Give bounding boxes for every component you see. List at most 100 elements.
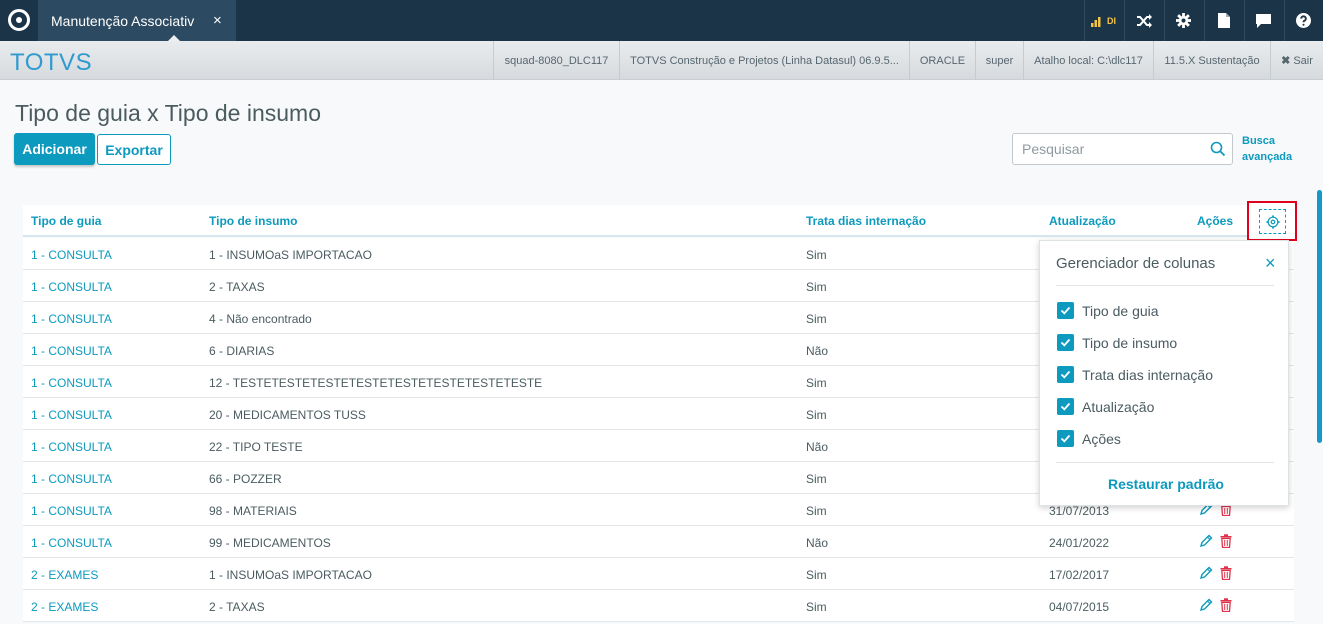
column-checkbox-label: Ações bbox=[1082, 431, 1121, 447]
header-tipo-de-guia[interactable]: Tipo de guia bbox=[31, 214, 101, 228]
cell-trata-dias: Sim bbox=[806, 312, 827, 326]
cell-tipo-de-insumo: 99 - MEDICAMENTOS bbox=[209, 536, 331, 550]
scrollbar[interactable] bbox=[1317, 190, 1322, 443]
tab-close-icon[interactable]: × bbox=[213, 12, 222, 29]
column-checkbox-label: Atualização bbox=[1082, 399, 1155, 415]
table-row: 1 - CONSULTA 99 - MEDICAMENTOS Não 24/01/20… bbox=[23, 526, 1294, 558]
checkbox-checked[interactable] bbox=[1057, 302, 1074, 319]
cell-tipo-de-insumo: 98 - MATERIAIS bbox=[209, 504, 297, 518]
edit-icon[interactable] bbox=[1199, 566, 1213, 580]
info-bar: TOTVS squad-8080_DLC117 TOTVS Construção… bbox=[0, 41, 1323, 80]
page-title: Tipo de guia x Tipo de insumo bbox=[15, 100, 321, 126]
divider bbox=[1056, 462, 1274, 463]
shuffle-icon[interactable] bbox=[1124, 0, 1162, 41]
cell-trata-dias: Não bbox=[806, 440, 829, 454]
cell-tipo-de-insumo: 12 - TESTETESTETESTETESTETESTETESTETESTE… bbox=[209, 376, 543, 390]
chat-icon[interactable] bbox=[1244, 0, 1282, 41]
cell-tipo-de-guia[interactable]: 1 - CONSULTA bbox=[31, 504, 112, 518]
trash-icon[interactable] bbox=[1220, 598, 1234, 613]
document-icon[interactable] bbox=[1204, 0, 1242, 41]
brand-logo: TOTVS bbox=[10, 49, 93, 76]
cell-trata-dias: Sim bbox=[806, 568, 827, 582]
column-manager-popup: Gerenciador de colunas × Tipo de guia Tip… bbox=[1039, 240, 1289, 506]
cell-tipo-de-guia[interactable]: 1 - CONSULTA bbox=[31, 408, 112, 422]
cell-trata-dias: Sim bbox=[806, 280, 827, 294]
checkbox-checked[interactable] bbox=[1057, 430, 1074, 447]
advanced-search-line1: Busca bbox=[1242, 135, 1276, 147]
signal-icon[interactable]: DI bbox=[1084, 0, 1122, 41]
cell-tipo-de-insumo: 22 - TIPO TESTE bbox=[209, 440, 303, 454]
signal-label: DI bbox=[1107, 15, 1116, 26]
advanced-search-line2: avançada bbox=[1242, 151, 1293, 163]
cell-atualizacao: 17/02/2017 bbox=[1049, 568, 1110, 582]
cell-tipo-de-guia[interactable]: 1 - CONSULTA bbox=[31, 472, 112, 486]
cell-tipo-de-insumo: 1 - INSUMOaS IMPORTACAO bbox=[209, 248, 372, 262]
column-checkbox-label: Tipo de guia bbox=[1082, 303, 1159, 319]
export-button[interactable]: Exportar bbox=[97, 134, 171, 165]
trash-icon[interactable] bbox=[1220, 534, 1234, 549]
cell-atualizacao: 04/07/2015 bbox=[1049, 600, 1110, 614]
cell-tipo-de-insumo: 4 - Não encontrado bbox=[209, 312, 312, 326]
cell-atualizacao: 24/01/2022 bbox=[1049, 536, 1110, 550]
totvs-logo-icon[interactable] bbox=[8, 9, 30, 31]
cell-tipo-de-guia[interactable]: 1 - CONSULTA bbox=[31, 248, 112, 262]
column-manager-toggle[interactable] bbox=[1247, 201, 1297, 241]
cell-trata-dias: Não bbox=[806, 536, 829, 550]
close-icon: ✖ bbox=[1281, 55, 1291, 67]
info-version: 11.5.X Sustentação bbox=[1153, 41, 1270, 80]
info-user: super bbox=[975, 41, 1023, 80]
info-environment: squad-8080_DLC117 bbox=[493, 41, 619, 80]
checkbox-checked[interactable] bbox=[1057, 334, 1074, 351]
cell-tipo-de-guia[interactable]: 1 - CONSULTA bbox=[31, 536, 112, 550]
close-icon[interactable]: × bbox=[1265, 253, 1276, 274]
tab-label: Manutenção Associativ bbox=[51, 13, 195, 29]
column-checkbox-label: Trata dias internação bbox=[1082, 367, 1213, 383]
cell-trata-dias: Sim bbox=[806, 504, 827, 518]
search-icon[interactable] bbox=[1210, 141, 1226, 162]
edit-icon[interactable] bbox=[1199, 534, 1213, 548]
cell-tipo-de-insumo: 2 - TAXAS bbox=[209, 600, 265, 614]
logout-button[interactable]: ✖ Sair bbox=[1270, 41, 1323, 80]
search-box bbox=[1012, 133, 1233, 165]
cell-atualizacao: 31/07/2013 bbox=[1049, 504, 1110, 518]
trash-icon[interactable] bbox=[1220, 566, 1234, 581]
info-database: ORACLE bbox=[909, 41, 975, 80]
divider bbox=[1056, 285, 1274, 286]
header-tipo-de-insumo[interactable]: Tipo de insumo bbox=[209, 214, 297, 228]
cell-trata-dias: Sim bbox=[806, 600, 827, 614]
header-trata-dias[interactable]: Trata dias internação bbox=[806, 214, 926, 228]
header-atualizacao[interactable]: Atualização bbox=[1049, 214, 1116, 228]
info-shortcut: Atalho local: C:\dlc117 bbox=[1023, 41, 1153, 80]
add-button[interactable]: Adicionar bbox=[14, 133, 95, 165]
cell-trata-dias: Sim bbox=[806, 376, 827, 390]
help-icon[interactable] bbox=[1284, 0, 1322, 41]
restore-default-button[interactable]: Restaurar padrão bbox=[1108, 476, 1224, 492]
cell-tipo-de-guia[interactable]: 1 - CONSULTA bbox=[31, 376, 112, 390]
cell-tipo-de-guia[interactable]: 1 - CONSULTA bbox=[31, 440, 112, 454]
search-input[interactable] bbox=[1013, 134, 1203, 164]
top-bar: Manutenção Associativ × DI bbox=[0, 0, 1323, 41]
column-manager-title: Gerenciador de colunas bbox=[1056, 255, 1216, 272]
checkbox-checked[interactable] bbox=[1057, 398, 1074, 415]
table-row: 2 - EXAMES 1 - INSUMOaS IMPORTACAO Sim 17/0… bbox=[23, 558, 1294, 590]
cell-trata-dias: Sim bbox=[806, 248, 827, 262]
info-product: TOTVS Construção e Projetos (Linha Datas… bbox=[619, 41, 909, 80]
table-header: Tipo de guia Tipo de insumo Trata dias i… bbox=[23, 205, 1294, 237]
header-acoes: Ações bbox=[1197, 214, 1234, 228]
tab-manutencao[interactable]: Manutenção Associativ × bbox=[38, 0, 236, 41]
advanced-search-link[interactable]: Busca avançada bbox=[1242, 133, 1292, 165]
cell-tipo-de-guia[interactable]: 2 - EXAMES bbox=[31, 600, 98, 614]
column-checkbox-label: Tipo de insumo bbox=[1082, 335, 1178, 351]
cell-tipo-de-guia[interactable]: 1 - CONSULTA bbox=[31, 312, 112, 326]
cell-tipo-de-insumo: 66 - POZZER bbox=[209, 472, 282, 486]
cell-tipo-de-guia[interactable]: 1 - CONSULTA bbox=[31, 280, 112, 294]
checkbox-checked[interactable] bbox=[1057, 366, 1074, 383]
cell-tipo-de-insumo: 1 - INSUMOaS IMPORTACAO bbox=[209, 568, 372, 582]
cell-tipo-de-guia[interactable]: 2 - EXAMES bbox=[31, 568, 98, 582]
edit-icon[interactable] bbox=[1199, 598, 1213, 612]
cell-tipo-de-guia[interactable]: 1 - CONSULTA bbox=[31, 344, 112, 358]
cell-tipo-de-insumo: 6 - DIARIAS bbox=[209, 344, 275, 358]
cell-trata-dias: Não bbox=[806, 344, 829, 358]
cell-trata-dias: Sim bbox=[806, 408, 827, 422]
gear-icon[interactable] bbox=[1164, 0, 1202, 41]
